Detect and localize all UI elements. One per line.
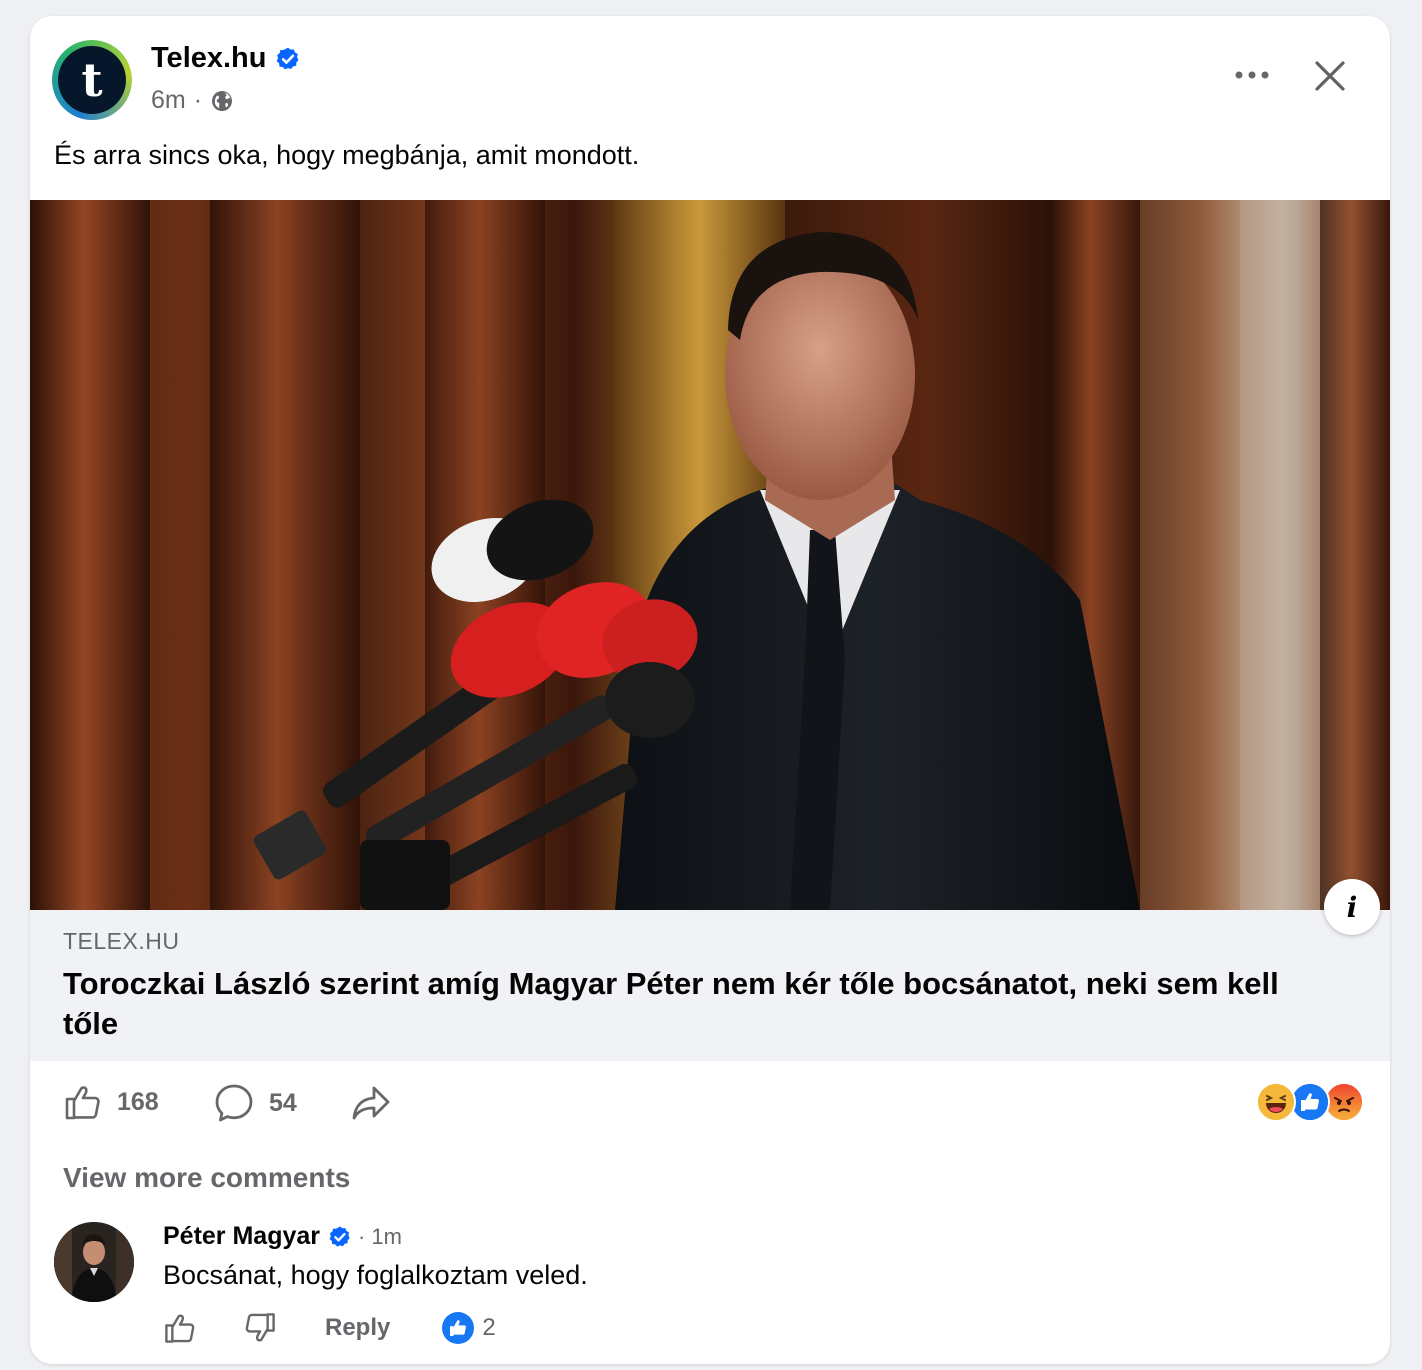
thumbs-up-icon (165, 1314, 195, 1343)
angry-reaction-icon (1324, 1082, 1364, 1122)
like-reaction-icon (442, 1312, 475, 1344)
author-photo (54, 1222, 134, 1302)
thumbs-down-icon (245, 1313, 275, 1342)
page-name-row: Telex.hu (151, 42, 301, 75)
comment-like-count: 2 (482, 1314, 496, 1341)
post-card: t Telex.hu 6m · És arra sincs oka, hogy … (30, 16, 1390, 1364)
post-actions-bar: 168 54 (30, 1078, 1390, 1134)
comment-like-button[interactable] (163, 1311, 197, 1345)
comment-header: Péter Magyar · 1m (163, 1222, 402, 1251)
share-button[interactable] (350, 1082, 392, 1124)
haha-reaction-icon (1256, 1082, 1296, 1122)
info-button[interactable]: i (1324, 879, 1380, 935)
comment-actions: Reply 2 (163, 1308, 496, 1348)
post-meta: 6m · (151, 86, 234, 115)
comment-button[interactable]: 54 (213, 1082, 297, 1124)
share-arrow-icon (352, 1086, 390, 1120)
link-domain: TELEX.HU (63, 928, 180, 954)
like-button[interactable]: 168 (63, 1082, 159, 1122)
comment-bubble-icon (215, 1084, 253, 1122)
like-count: 168 (117, 1087, 159, 1116)
page-name[interactable]: Telex.hu (151, 42, 267, 75)
verified-badge-icon (329, 1226, 350, 1247)
comment-separator: · (358, 1223, 366, 1249)
press-conference-photo (30, 200, 1390, 910)
comment-time[interactable]: 1m (371, 1224, 402, 1250)
post-header: t Telex.hu 6m · (30, 16, 1390, 126)
link-preview[interactable]: TELEX.HU Toroczkai László szerint amíg M… (30, 910, 1390, 1061)
post-text: És arra sincs oka, hogy megbánja, amit m… (54, 140, 640, 170)
comment-count: 54 (269, 1088, 297, 1117)
view-more-comments-link[interactable]: View more comments (63, 1162, 350, 1194)
link-preview-image[interactable] (30, 200, 1390, 910)
link-title: Toroczkai László szerint amíg Magyar Pét… (63, 966, 1279, 1041)
comment-reaction-summary[interactable]: 2 (442, 1312, 496, 1344)
thumbs-up-icon (65, 1086, 100, 1120)
meta-separator: · (193, 86, 203, 114)
reaction-summary[interactable] (1256, 1082, 1364, 1122)
more-dots-icon (1235, 71, 1269, 79)
comment-text: Bocsánat, hogy foglalkoztam veled. (163, 1260, 588, 1290)
verified-badge-icon (276, 47, 299, 69)
close-icon (1315, 61, 1345, 91)
reply-button[interactable]: Reply (325, 1314, 390, 1342)
telex-logo: t (58, 46, 126, 114)
page-avatar[interactable]: t (52, 40, 132, 120)
more-options-button[interactable] (1232, 60, 1272, 90)
comment-author-avatar[interactable] (54, 1222, 134, 1302)
like-reaction-icon (1290, 1082, 1330, 1122)
comment-author-name[interactable]: Péter Magyar (163, 1222, 320, 1251)
post-time[interactable]: 6m (151, 86, 186, 115)
close-button[interactable] (1310, 56, 1350, 96)
globe-icon (212, 90, 233, 111)
comment-dislike-button[interactable] (243, 1311, 277, 1345)
